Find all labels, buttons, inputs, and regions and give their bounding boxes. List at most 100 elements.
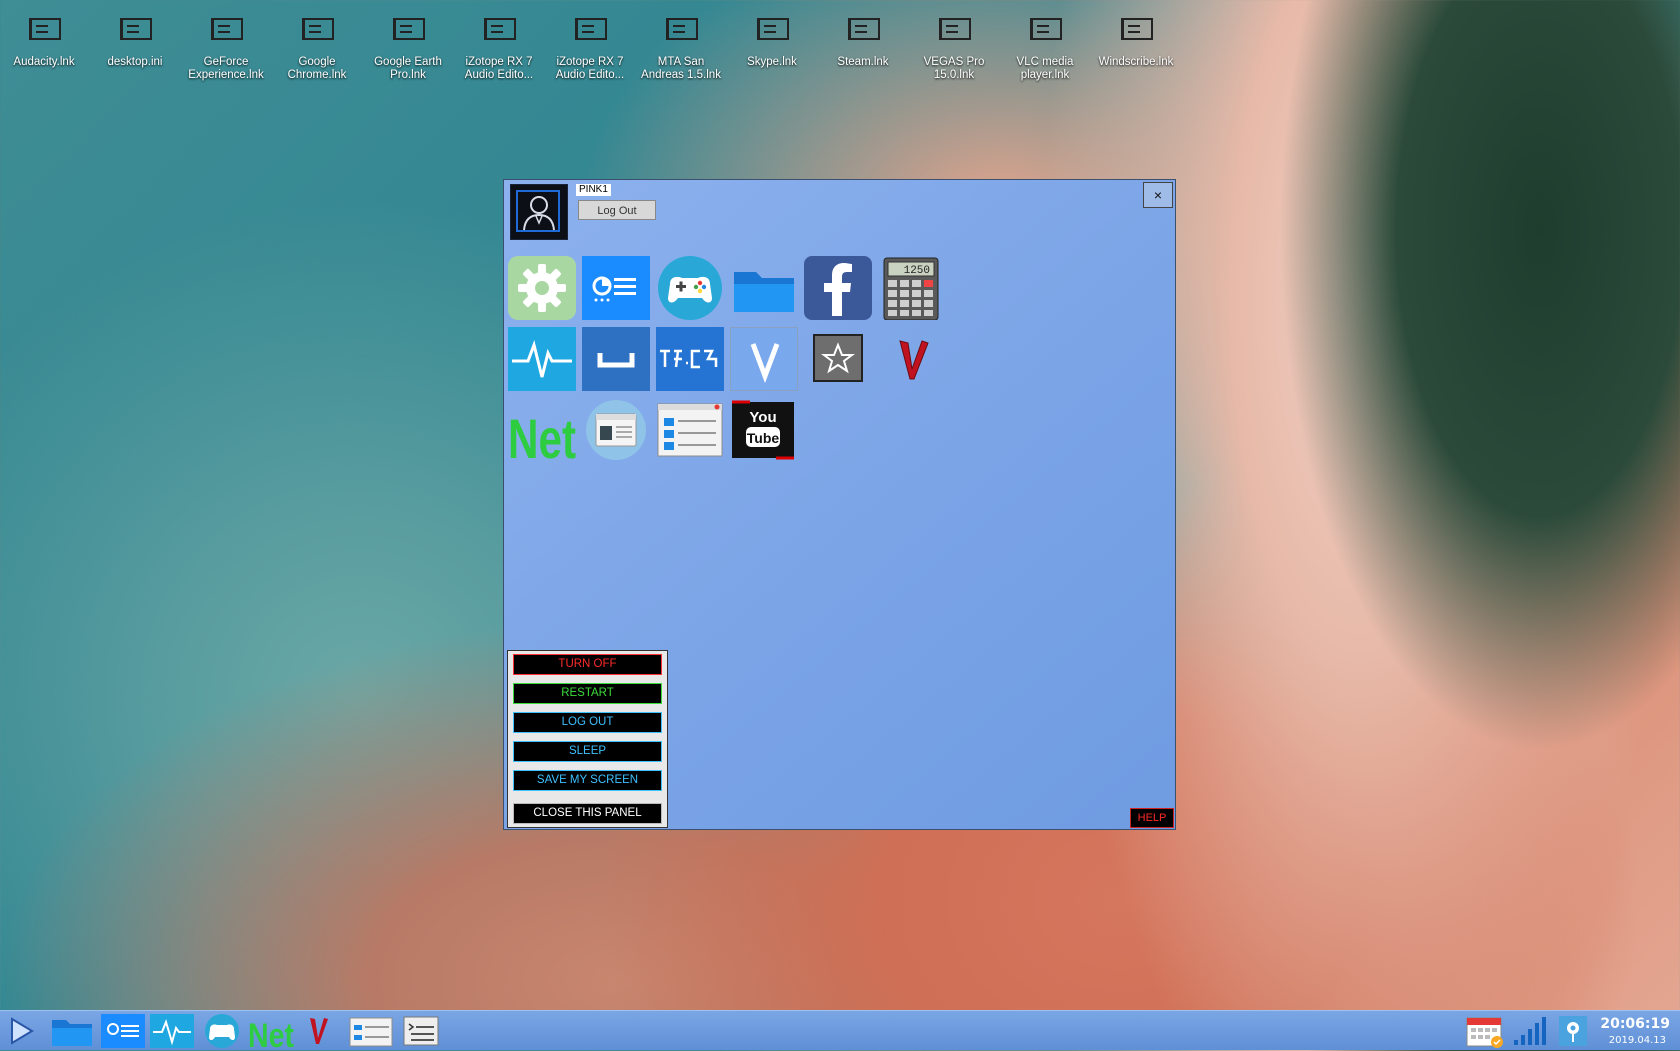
taskbar-net-label: Net <box>248 1017 294 1048</box>
facebook-icon <box>804 256 872 320</box>
youtube-you-label: You <box>749 409 776 426</box>
app-tile-files[interactable] <box>730 256 798 320</box>
start-button[interactable] <box>4 1014 38 1048</box>
app-tile-youtube[interactable]: You Tube <box>730 398 798 462</box>
desktop-icon-steam[interactable]: Steam.lnk <box>819 8 907 69</box>
dashboard-list-icon <box>101 1014 145 1048</box>
restart-button[interactable]: RESTART <box>513 683 662 704</box>
app-tile-dashboard[interactable] <box>582 256 650 320</box>
desktop-icon-skype[interactable]: Skype.lnk <box>728 8 816 69</box>
logout-button[interactable]: Log Out <box>578 200 656 220</box>
desktop-icon-label: Google Chrome.lnk <box>287 56 347 81</box>
net-icon: Net <box>508 407 576 462</box>
app-tile-settings[interactable] <box>508 256 576 320</box>
app-tile-games[interactable] <box>656 256 724 320</box>
app-tile-facebook[interactable] <box>804 256 872 320</box>
pulse-monitor-icon <box>150 1014 194 1048</box>
play-start-icon <box>11 1017 34 1045</box>
username-label: PINK1 <box>576 184 611 196</box>
desktop-icon-izotope-1[interactable]: iZotope RX 7 Audio Edito... <box>455 8 543 82</box>
taskbar-files[interactable] <box>50 1014 94 1048</box>
app-tile-v-app[interactable] <box>730 327 798 391</box>
close-panel-button[interactable]: × <box>1143 182 1173 208</box>
desktop-icon-geforce[interactable]: GeForce Experience.lnk <box>182 8 270 82</box>
desktop-icon-label: Audacity.lnk <box>13 56 75 68</box>
shortcut-icon <box>25 12 63 46</box>
shortcut-icon <box>571 12 609 46</box>
user-avatar[interactable] <box>510 184 568 240</box>
taskbar-calendar[interactable] <box>1465 1014 1505 1048</box>
desktop-icon-label: VLC media player.lnk <box>1016 56 1074 81</box>
settings-gear-icon <box>508 256 576 320</box>
desktop-icon-google-earth[interactable]: Google Earth Pro.lnk <box>364 8 452 82</box>
browser-window-icon <box>586 400 646 460</box>
taskbar-list-window[interactable] <box>347 1014 395 1048</box>
folder-icon <box>734 272 794 312</box>
log-out-button[interactable]: LOG OUT <box>513 712 662 733</box>
v-letter-icon <box>731 328 797 390</box>
desktop-icon-audacity[interactable]: Audacity.lnk <box>0 8 88 69</box>
gamepad-icon <box>658 256 722 320</box>
shortcut-icon <box>662 12 700 46</box>
app-tile-vegas[interactable] <box>878 327 946 391</box>
text-tool-icon <box>656 327 724 391</box>
notes-icon <box>403 1016 439 1046</box>
taskbar-games[interactable] <box>202 1014 242 1048</box>
shortcut-icon <box>1117 12 1155 46</box>
app-tile-net[interactable]: Net <box>508 398 576 462</box>
shortcut-icon <box>116 12 154 46</box>
clock-time[interactable]: 20:06:19 <box>1600 1016 1670 1032</box>
desktop-icon-label: MTA San Andreas 1.5.lnk <box>641 56 721 81</box>
user-silhouette-icon <box>523 196 555 231</box>
star-icon <box>813 334 863 382</box>
close-this-panel-button[interactable]: CLOSE THIS PANEL <box>513 803 662 824</box>
sleep-button[interactable]: SLEEP <box>513 741 662 762</box>
app-tile-list-window[interactable] <box>656 398 724 462</box>
taskbar-monitor[interactable] <box>150 1014 194 1048</box>
desktop-icon-izotope-2[interactable]: iZotope RX 7 Audio Edito... <box>546 8 634 82</box>
shortcut-icon <box>298 12 336 46</box>
youtube-icon: You Tube <box>732 400 794 460</box>
folder-icon <box>52 1020 92 1046</box>
desktop-icon-label: Google Earth Pro.lnk <box>374 56 442 81</box>
calculator-display: 1250 <box>904 265 930 277</box>
taskbar-vegas[interactable] <box>304 1014 334 1048</box>
turn-off-button[interactable]: TURN OFF <box>513 654 662 675</box>
desktop-icon-label: Skype.lnk <box>747 56 797 68</box>
app-tile-spacebar[interactable] <box>582 327 650 391</box>
desktop-icon-label: iZotope RX 7 Audio Edito... <box>464 56 534 81</box>
net-icon: Net <box>248 1017 294 1051</box>
desktop-icon-label: Windscribe.lnk <box>1098 56 1174 68</box>
desktop-icon-chrome[interactable]: Google Chrome.lnk <box>273 8 361 82</box>
taskbar-dashboard[interactable] <box>101 1014 145 1048</box>
desktop-icon-label: Steam.lnk <box>837 56 889 68</box>
v-red-icon <box>899 340 929 380</box>
desktop-icon-vegas[interactable]: VEGAS Pro 15.0.lnk <box>910 8 998 82</box>
desktop-icon-mta[interactable]: MTA San Andreas 1.5.lnk <box>637 8 725 82</box>
app-tile-monitor[interactable] <box>508 327 576 391</box>
taskbar-net[interactable]: Net <box>248 1014 294 1051</box>
desktop-icon-label: desktop.ini <box>107 56 163 68</box>
signal-bars-icon <box>1514 1017 1546 1045</box>
shortcut-icon <box>480 12 518 46</box>
wifi-signal-status[interactable] <box>1511 1014 1547 1048</box>
desktop-icon-label: iZotope RX 7 Audio Edito... <box>555 56 625 81</box>
pulse-monitor-icon <box>508 327 576 391</box>
taskbar-maps[interactable] <box>1557 1014 1589 1048</box>
help-button[interactable]: HELP <box>1130 808 1174 828</box>
clock-date[interactable]: 2019.04.13 <box>1609 1035 1666 1046</box>
save-my-screen-button[interactable]: SAVE MY SCREEN <box>513 770 662 791</box>
desktop-icon-vlc[interactable]: VLC media player.lnk <box>1001 8 1089 82</box>
shortcut-icon <box>389 12 427 46</box>
desktop-icon-desktop-ini[interactable]: desktop.ini <box>91 8 179 69</box>
app-tile-text-tool[interactable] <box>656 327 724 391</box>
taskbar-notes[interactable] <box>401 1014 441 1048</box>
v-red-icon <box>310 1018 328 1044</box>
app-tile-favorites[interactable] <box>804 327 872 391</box>
list-window-icon <box>349 1017 393 1047</box>
app-tile-calculator[interactable]: 1250 <box>878 256 946 320</box>
taskbar: Net 20:06:19 2019.04.13 <box>0 1010 1680 1051</box>
desktop-icon-windscribe[interactable]: Windscribe.lnk <box>1092 8 1180 69</box>
app-tile-browser[interactable] <box>582 398 650 462</box>
shortcut-icon <box>753 12 791 46</box>
